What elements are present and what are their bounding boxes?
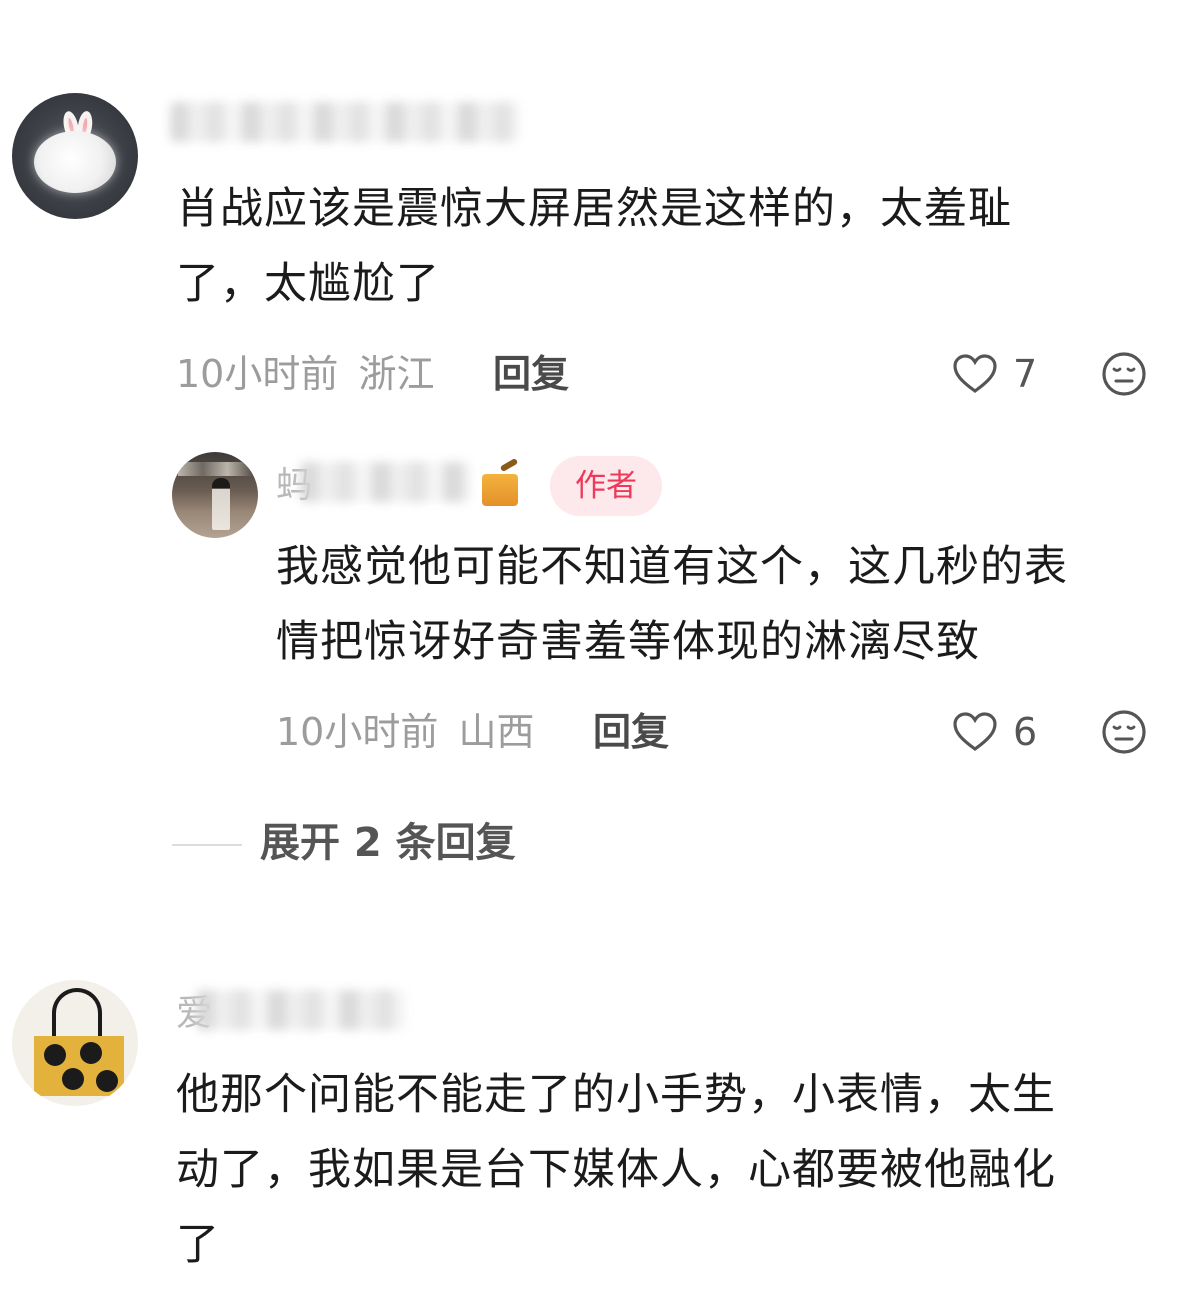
like-count: 6 <box>1013 710 1038 754</box>
avatar[interactable] <box>172 452 258 538</box>
comment-time: 10小时前 <box>176 352 339 396</box>
comment-line: 他那个问能不能走了的小手势，小表情，太生 <box>176 1070 1056 1120</box>
comment-line: 我感觉他可能不知道有这个，这几秒的表 <box>276 542 1068 592</box>
heart-icon[interactable] <box>951 708 999 756</box>
reply-button[interactable]: 回复 <box>493 355 569 393</box>
comment-location: 山西 <box>458 710 535 754</box>
author-badge: 作者 <box>550 456 662 516</box>
comment-line: 肖战应该是震惊大屏居然是这样的，太羞耻 <box>176 184 1012 234</box>
comment-meta: 10小时前 山西 <box>276 713 534 751</box>
heart-icon[interactable] <box>951 350 999 398</box>
comment-line: 情把惊讶好奇害羞等体现的淋漓尽致 <box>276 617 980 667</box>
comment-location: 浙江 <box>358 352 435 396</box>
like-count: 7 <box>1013 352 1038 396</box>
comment-text: 我感觉他可能不知道有这个，这几秒的表 情把惊讶好奇害羞等体现的淋漓尽致 <box>276 530 1068 680</box>
reply-button[interactable]: 回复 <box>593 713 669 751</box>
expand-replies-button[interactable]: 展开 2 条回复 <box>260 823 516 863</box>
comment-list: 肖战应该是震惊大屏居然是这样的，太羞耻 了，太尴尬了 10小时前 浙江 回复 7… <box>0 0 1183 1307</box>
comment-text: 肖战应该是震惊大屏居然是这样的，太羞耻 了，太尴尬了 <box>176 172 1012 322</box>
username-blurred[interactable] <box>196 990 406 1030</box>
comment-line: 了 <box>176 1220 220 1270</box>
comment-line: 动了，我如果是台下媒体人，心都要被他融化 <box>176 1145 1056 1195</box>
honey-jar-icon <box>480 457 520 508</box>
avatar[interactable] <box>12 93 138 219</box>
avatar[interactable] <box>12 980 138 1106</box>
comment-meta: 10小时前 浙江 <box>176 355 434 393</box>
dislike-face-icon[interactable] <box>1100 708 1148 756</box>
comment-text: 他那个问能不能走了的小手势，小表情，太生 动了，我如果是台下媒体人，心都要被他融… <box>176 1058 1056 1283</box>
comment-time: 10小时前 <box>276 710 439 754</box>
username-blurred[interactable] <box>170 102 520 142</box>
expand-divider <box>172 844 242 846</box>
dislike-face-icon[interactable] <box>1100 350 1148 398</box>
comment-line: 了，太尴尬了 <box>176 259 440 309</box>
username-blurred[interactable] <box>300 462 470 502</box>
